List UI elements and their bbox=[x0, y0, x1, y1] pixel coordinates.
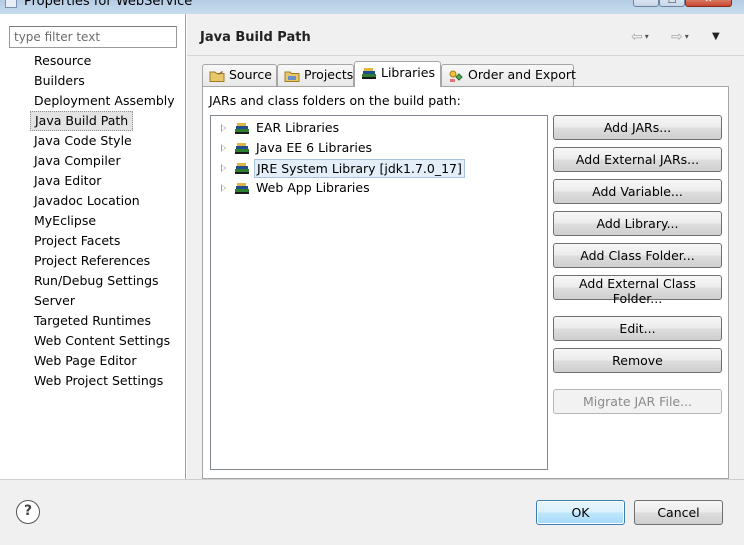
nav-item-run-debug-settings[interactable]: Run/Debug Settings bbox=[30, 271, 180, 291]
library-tree[interactable]: EAR Libraries Java EE 6 Libraries JRE Sy… bbox=[210, 115, 548, 470]
nav-item-project-references[interactable]: Project References bbox=[30, 251, 180, 271]
tab-projects[interactable]: Projects bbox=[277, 64, 354, 86]
chevron-down-icon: ▾ bbox=[644, 32, 649, 41]
nav-item-resource[interactable]: Resource bbox=[30, 51, 180, 71]
source-folder-icon bbox=[209, 71, 225, 82]
nav-item-java-compiler[interactable]: Java Compiler bbox=[30, 151, 180, 171]
nav-item-java-code-style[interactable]: Java Code Style bbox=[30, 131, 180, 151]
property-pages-panel: Resource Builders Deployment Assembly Ja… bbox=[0, 14, 186, 479]
view-menu-button[interactable]: ▼ bbox=[712, 28, 720, 46]
minimize-button[interactable]: ─ bbox=[633, 0, 659, 7]
nav-item-myeclipse[interactable]: MyEclipse bbox=[30, 211, 180, 231]
tab-source[interactable]: Source bbox=[202, 64, 277, 86]
nav-item-java-build-path[interactable]: Java Build Path bbox=[30, 111, 180, 131]
add-external-class-folder-button[interactable]: Add External Class Folder... bbox=[553, 275, 722, 306]
ok-button[interactable]: OK bbox=[536, 500, 625, 525]
filter-input[interactable] bbox=[9, 26, 177, 48]
page-title: Java Build Path bbox=[200, 30, 311, 45]
add-variable-button[interactable]: Add Variable... bbox=[553, 179, 722, 204]
expand-arrow-icon[interactable] bbox=[221, 124, 226, 132]
forward-arrow-icon: ⇨ bbox=[671, 29, 683, 45]
library-books-icon bbox=[362, 68, 376, 79]
order-export-icon bbox=[449, 70, 463, 82]
back-button[interactable]: ⇦ ▾ bbox=[631, 28, 649, 46]
nav-item-targeted-runtimes[interactable]: Targeted Runtimes bbox=[30, 311, 180, 331]
nav-item-java-editor[interactable]: Java Editor bbox=[30, 171, 180, 191]
add-class-folder-button[interactable]: Add Class Folder... bbox=[553, 243, 722, 268]
edit-button[interactable]: Edit... bbox=[553, 316, 722, 341]
tab-order-and-export[interactable]: Order and Export bbox=[441, 64, 576, 86]
property-page-content: Java Build Path ⇦ ▾ ⇨ ▾ ▼ Source Projects bbox=[187, 14, 744, 479]
migrate-jar-file-button[interactable]: Migrate JAR File... bbox=[553, 389, 722, 414]
library-icon bbox=[235, 143, 249, 154]
maximize-button[interactable]: □ bbox=[659, 0, 685, 7]
page-header: Java Build Path ⇦ ▾ ⇨ ▾ ▼ bbox=[187, 14, 744, 56]
projects-folder-icon bbox=[284, 71, 300, 82]
dialog-footer: ? OK Cancel bbox=[0, 480, 744, 545]
close-window-button[interactable]: ✕ bbox=[685, 0, 732, 7]
add-external-jars-button[interactable]: Add External JARs... bbox=[553, 147, 722, 172]
nav-item-javadoc-location[interactable]: Javadoc Location bbox=[30, 191, 180, 211]
window-icon bbox=[5, 0, 17, 8]
nav-item-web-page-editor[interactable]: Web Page Editor bbox=[30, 351, 180, 371]
property-page-list: Resource Builders Deployment Assembly Ja… bbox=[30, 51, 180, 391]
back-arrow-icon: ⇦ bbox=[631, 29, 643, 45]
library-icon bbox=[235, 123, 249, 134]
chevron-down-icon: ▾ bbox=[684, 32, 689, 41]
libraries-tab-content: JARs and class folders on the build path… bbox=[202, 86, 729, 479]
tree-item-jre-system-library[interactable]: JRE System Library [jdk1.7.0_17] bbox=[211, 158, 547, 178]
add-library-button[interactable]: Add Library... bbox=[553, 211, 722, 236]
remove-button[interactable]: Remove bbox=[553, 348, 722, 373]
tree-item-web-app-libraries[interactable]: Web App Libraries bbox=[211, 178, 547, 198]
expand-arrow-icon[interactable] bbox=[221, 144, 226, 152]
cancel-button[interactable]: Cancel bbox=[634, 500, 723, 525]
expand-arrow-icon[interactable] bbox=[221, 184, 226, 192]
expand-arrow-icon[interactable] bbox=[221, 164, 226, 172]
nav-item-web-content-settings[interactable]: Web Content Settings bbox=[30, 331, 180, 351]
build-path-heading: JARs and class folders on the build path… bbox=[209, 93, 461, 108]
nav-item-deployment-assembly[interactable]: Deployment Assembly bbox=[30, 91, 180, 111]
help-icon[interactable]: ? bbox=[16, 500, 40, 524]
tree-item-java-ee-6-libraries[interactable]: Java EE 6 Libraries bbox=[211, 138, 547, 158]
library-icon bbox=[235, 163, 249, 174]
library-icon bbox=[235, 183, 249, 194]
tab-libraries[interactable]: Libraries bbox=[354, 61, 441, 87]
nav-item-server[interactable]: Server bbox=[30, 291, 180, 311]
title-bar: Properties for WebService ─ □ ✕ bbox=[0, 0, 744, 14]
nav-item-project-facets[interactable]: Project Facets bbox=[30, 231, 180, 251]
nav-item-builders[interactable]: Builders bbox=[30, 71, 180, 91]
window-title: Properties for WebService bbox=[24, 0, 193, 9]
nav-item-web-project-settings[interactable]: Web Project Settings bbox=[30, 371, 180, 391]
tree-item-ear-libraries[interactable]: EAR Libraries bbox=[211, 118, 547, 138]
forward-button[interactable]: ⇨ ▾ bbox=[671, 28, 689, 46]
add-jars-button[interactable]: Add JARs... bbox=[553, 115, 722, 140]
